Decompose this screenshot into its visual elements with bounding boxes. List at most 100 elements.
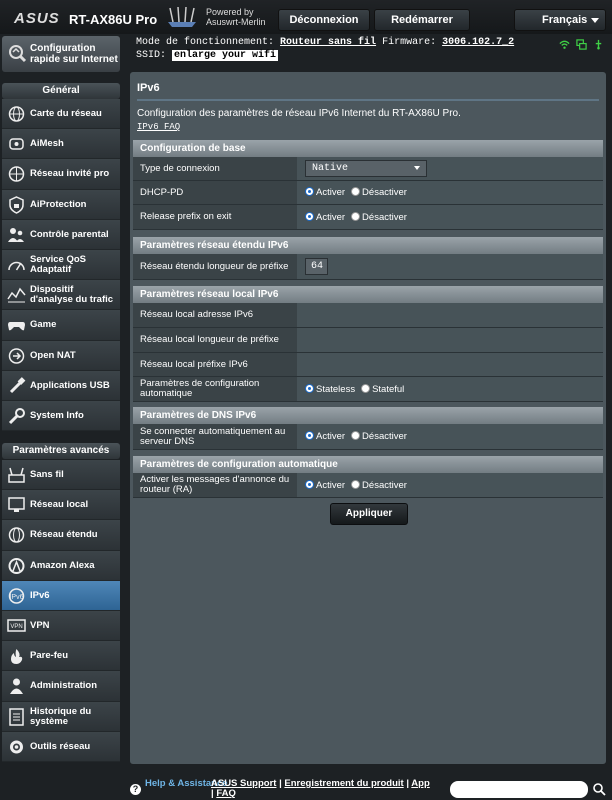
release-prefix-label: Release prefix on exit xyxy=(133,205,297,229)
ra-label: Activer les messages d'annonce du routeu… xyxy=(133,473,297,497)
dhcp-pd-disable-radio[interactable] xyxy=(351,187,361,196)
sidebar-item-label: Historique du système xyxy=(30,705,92,727)
search-icon[interactable] xyxy=(592,782,606,796)
wan-icon xyxy=(8,527,25,544)
wan-prefix-length-label: Réseau étendu longueur de préfixe xyxy=(133,254,297,279)
open-nat-icon xyxy=(8,347,25,364)
mode-label: Mode de fonctionnement: xyxy=(136,37,275,48)
release-prefix-enable-radio[interactable] xyxy=(305,211,314,221)
firmware-link[interactable]: 3006.102.7_2 xyxy=(442,37,514,48)
quick-setup-button[interactable]: Configuration rapide sur Internet xyxy=(2,36,120,72)
general-section-header: Général xyxy=(2,83,120,99)
dns-auto-enable-radio[interactable] xyxy=(305,431,314,440)
stateful-radio[interactable] xyxy=(361,383,371,393)
release-prefix-row: Release prefix on exit Activer Désactive… xyxy=(133,205,603,230)
lan-settings-header: Paramètres réseau local IPv6 xyxy=(133,286,603,303)
reboot-button[interactable]: Redémarrer xyxy=(374,9,470,31)
network-map-icon xyxy=(8,106,25,122)
usb-status-icon[interactable] xyxy=(593,39,604,50)
basic-config-header: Configuration de base xyxy=(133,140,603,157)
connection-type-label: Type de connexion xyxy=(133,157,297,180)
sidebar-item-wan[interactable]: Réseau étendu xyxy=(2,520,120,551)
ipv6-faq-link[interactable]: IPv6 FAQ xyxy=(137,122,180,132)
help-icon: ? xyxy=(130,784,141,795)
firmware-brand: Asuswrt-Merlin xyxy=(206,17,266,27)
wan-prefix-length-input[interactable]: 64 xyxy=(305,258,328,275)
ssid-value[interactable]: enlarge your wifi xyxy=(172,50,279,61)
sidebar-item-label: Réseau invité pro xyxy=(30,168,110,180)
sidebar-item-traffic-analyzer[interactable]: Dispositif d'analyse du trafic xyxy=(2,280,120,311)
connection-type-select[interactable]: Native xyxy=(305,160,427,177)
autoconfig-mode-row: Paramètres de configuration automatique … xyxy=(133,377,603,402)
main-panel: IPv6 Configuration des paramètres de rés… xyxy=(130,72,606,764)
dns-auto-disable-radio[interactable] xyxy=(351,431,361,440)
sidebar-item-network-tools[interactable]: Outils réseau xyxy=(2,731,120,762)
sidebar-item-aiprotection[interactable]: AiProtection xyxy=(2,189,120,220)
sidebar-item-amazon-alexa[interactable]: Amazon Alexa xyxy=(2,550,120,581)
svg-text:IPv6: IPv6 xyxy=(9,594,23,601)
sidebar-item-aimesh[interactable]: AiMesh xyxy=(2,129,120,160)
dhcp-pd-enable-radio[interactable] xyxy=(305,187,314,196)
sidebar-item-open-nat[interactable]: Open NAT xyxy=(2,340,120,371)
sidebar-item-label: Contrôle parental xyxy=(30,228,109,240)
sidebar-item-label: IPv6 xyxy=(30,589,50,601)
chevron-down-icon xyxy=(414,166,420,170)
language-value: Français xyxy=(542,14,588,26)
general-nav: Carte du réseau AiMesh Réseau invité pro… xyxy=(2,99,120,432)
search-input[interactable] xyxy=(450,781,588,798)
stateless-radio[interactable] xyxy=(305,383,314,393)
usb-icon xyxy=(9,376,26,393)
guest-network-icon xyxy=(8,166,25,183)
ra-row: Activer les messages d'annonce du routeu… xyxy=(133,473,603,498)
lan-prefix-label: Réseau local préfixe IPv6 xyxy=(133,353,297,376)
wifi-status-icon[interactable] xyxy=(559,39,570,50)
wrench-icon xyxy=(8,407,25,424)
radio-label: Désactiver xyxy=(362,187,407,198)
sidebar-item-ipv6[interactable]: IPv6 IPv6 xyxy=(2,580,120,611)
sidebar-item-vpn[interactable]: VPN VPN xyxy=(2,610,120,642)
sidebar-item-game[interactable]: Game xyxy=(2,310,120,341)
sidebar-item-system-log[interactable]: Historique du système xyxy=(2,701,120,732)
status-bar: Mode de fonctionnement: Routeur sans fil… xyxy=(136,36,612,64)
sidebar-item-system-info[interactable]: System Info xyxy=(2,400,120,432)
mode-link[interactable]: Routeur sans fil xyxy=(280,37,376,48)
sidebar-item-qos[interactable]: Service QoS Adaptatif xyxy=(2,249,120,281)
dhcp-pd-row: DHCP-PD Activer Désactiver xyxy=(133,181,603,205)
sidebar-item-lan[interactable]: Réseau local xyxy=(2,490,120,521)
language-select[interactable]: Français xyxy=(514,9,606,31)
sidebar-item-firewall[interactable]: Pare-feu xyxy=(2,641,120,672)
sidebar-item-usb-applications[interactable]: Applications USB xyxy=(2,370,120,401)
lan-address-row: Réseau local adresse IPv6 xyxy=(133,303,603,328)
sidebar-item-label: Open NAT xyxy=(30,349,76,361)
ra-enable-radio[interactable] xyxy=(305,479,314,489)
ra-disable-radio[interactable] xyxy=(351,479,361,489)
sidebar-item-label: Carte du réseau xyxy=(30,108,102,119)
lan-prefix-row: Réseau local préfixe IPv6 xyxy=(133,353,603,377)
dns-auto-label: Se connecter automatiquement au serveur … xyxy=(133,424,297,449)
sidebar-item-administration[interactable]: Administration xyxy=(2,671,120,702)
sidebar-item-network-map[interactable]: Carte du réseau xyxy=(2,99,120,130)
app-link[interactable]: App xyxy=(411,778,429,789)
quick-setup-label: Configuration rapide sur Internet xyxy=(30,43,118,65)
sidebar-item-label: Amazon Alexa xyxy=(30,559,95,571)
lan-icon xyxy=(8,497,25,513)
network-status-icon[interactable] xyxy=(576,39,587,50)
sidebar-item-label: Sans fil xyxy=(30,469,64,480)
parental-control-icon xyxy=(8,227,24,242)
radio-label: Stateful xyxy=(372,383,405,395)
connection-type-value: Native xyxy=(312,163,349,174)
sidebar-item-parental-control[interactable]: Contrôle parental xyxy=(2,219,120,250)
sidebar-item-wireless[interactable]: Sans fil xyxy=(2,460,120,491)
logout-button[interactable]: Déconnexion xyxy=(278,9,370,31)
qos-icon xyxy=(8,261,25,271)
sidebar-item-label: Service QoS Adaptatif xyxy=(30,253,86,275)
release-prefix-disable-radio[interactable] xyxy=(351,211,361,221)
faq-link[interactable]: FAQ xyxy=(216,788,236,799)
vpn-icon: VPN xyxy=(7,619,26,632)
sidebar-item-guest-network[interactable]: Réseau invité pro xyxy=(2,159,120,190)
apply-button[interactable]: Appliquer xyxy=(330,503,408,525)
sidebar-item-label: Administration xyxy=(30,680,98,692)
radio-label: Stateless xyxy=(316,383,356,395)
product-registration-link[interactable]: Enregistrement du produit xyxy=(284,778,403,789)
footer-links: ASUS Support | Enregistrement du produit… xyxy=(211,778,430,799)
